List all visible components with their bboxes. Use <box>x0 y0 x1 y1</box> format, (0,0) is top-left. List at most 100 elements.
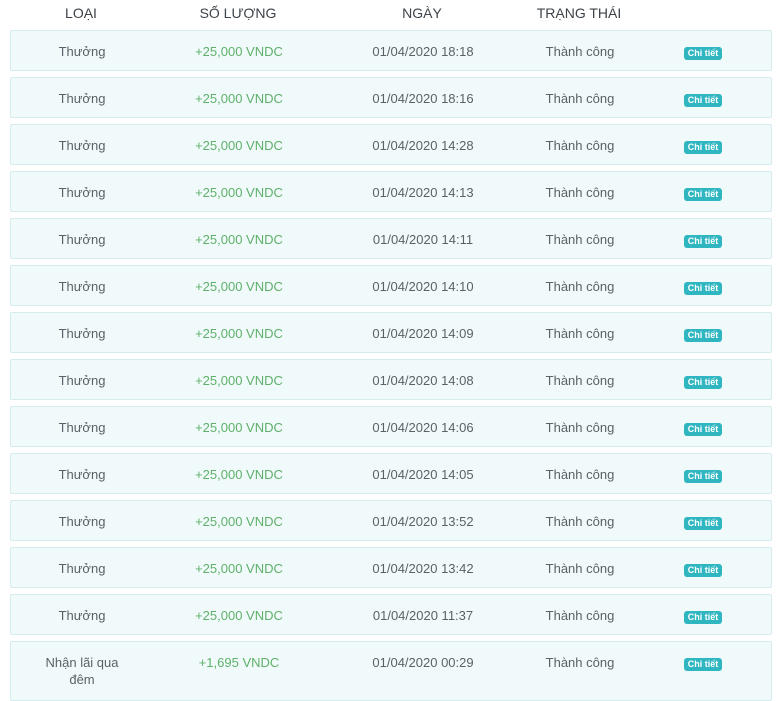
row-action: Chi tiết <box>663 419 743 436</box>
row-date: 01/04/2020 14:09 <box>372 326 474 341</box>
row-type: Thưởng <box>58 185 106 200</box>
row-amount: +25,000 VNDC <box>195 91 283 106</box>
row-date: 01/04/2020 14:13 <box>372 185 474 200</box>
table-row: Thưởng +25,000 VNDC 01/04/2020 14:08 Thà… <box>10 359 772 400</box>
row-action: Chi tiết <box>663 231 743 248</box>
row-status: Thành công <box>545 185 615 200</box>
row-date: 01/04/2020 14:10 <box>372 279 474 294</box>
detail-button[interactable]: Chi tiết <box>683 47 723 60</box>
table-row: Thưởng +25,000 VNDC 01/04/2020 13:42 Thà… <box>10 547 772 588</box>
table-row: Thưởng +25,000 VNDC 01/04/2020 14:06 Thà… <box>10 406 772 447</box>
detail-button[interactable]: Chi tiết <box>683 235 723 248</box>
row-date: 01/04/2020 14:05 <box>372 467 474 482</box>
table-row: Thưởng +25,000 VNDC 01/04/2020 14:05 Thà… <box>10 453 772 494</box>
row-action: Chi tiết <box>663 654 743 671</box>
row-date: 01/04/2020 00:29 <box>372 655 474 670</box>
row-type: Thưởng <box>58 514 106 529</box>
transaction-list: Thưởng +25,000 VNDC 01/04/2020 18:18 Thà… <box>10 30 772 701</box>
table-row: Nhận lãi qua đêm +1,695 VNDC 01/04/2020 … <box>10 641 772 701</box>
row-type: Thưởng <box>58 232 106 247</box>
row-type: Thưởng <box>58 373 106 388</box>
detail-button[interactable]: Chi tiết <box>683 329 723 342</box>
table-row: Thưởng +25,000 VNDC 01/04/2020 14:28 Thà… <box>10 124 772 165</box>
table-row: Thưởng +25,000 VNDC 01/04/2020 14:09 Thà… <box>10 312 772 353</box>
row-status: Thành công <box>545 608 615 623</box>
row-status: Thành công <box>545 232 615 247</box>
row-action: Chi tiết <box>663 560 743 577</box>
header-status: TRẠNG THÁI <box>536 5 622 21</box>
table-row: Thưởng +25,000 VNDC 01/04/2020 14:13 Thà… <box>10 171 772 212</box>
row-date: 01/04/2020 18:16 <box>372 91 474 106</box>
row-action: Chi tiết <box>663 278 743 295</box>
row-date: 01/04/2020 18:18 <box>372 44 474 59</box>
row-amount: +25,000 VNDC <box>195 232 283 247</box>
row-action: Chi tiết <box>663 90 743 107</box>
detail-button[interactable]: Chi tiết <box>683 564 723 577</box>
row-type: Thưởng <box>58 467 106 482</box>
row-amount: +25,000 VNDC <box>195 514 283 529</box>
row-type: Thưởng <box>58 138 106 153</box>
row-type: Thưởng <box>58 91 106 106</box>
table-header: LOẠI SỐ LƯỢNG NGÀY TRẠNG THÁI <box>0 0 780 28</box>
row-amount: +25,000 VNDC <box>195 44 283 59</box>
header-type: LOẠI <box>65 5 97 21</box>
row-amount: +25,000 VNDC <box>195 467 283 482</box>
row-status: Thành công <box>545 373 615 388</box>
row-status: Thành công <box>545 561 615 576</box>
row-type: Thưởng <box>58 561 106 576</box>
row-amount: +25,000 VNDC <box>195 279 283 294</box>
row-status: Thành công <box>545 326 615 341</box>
row-status: Thành công <box>545 44 615 59</box>
row-amount: +1,695 VNDC <box>198 655 280 670</box>
detail-button[interactable]: Chi tiết <box>683 470 723 483</box>
row-amount: +25,000 VNDC <box>195 561 283 576</box>
detail-button[interactable]: Chi tiết <box>683 282 723 295</box>
table-row: Thưởng +25,000 VNDC 01/04/2020 14:11 Thà… <box>10 218 772 259</box>
row-date: 01/04/2020 14:08 <box>372 373 474 388</box>
row-date: 01/04/2020 13:42 <box>372 561 474 576</box>
row-type: Thưởng <box>58 44 106 59</box>
row-date: 01/04/2020 14:28 <box>372 138 474 153</box>
row-date: 01/04/2020 14:06 <box>372 420 474 435</box>
row-type: Thưởng <box>58 420 106 435</box>
row-amount: +25,000 VNDC <box>195 420 283 435</box>
row-action: Chi tiết <box>663 184 743 201</box>
table-row: Thưởng +25,000 VNDC 01/04/2020 13:52 Thà… <box>10 500 772 541</box>
row-action: Chi tiết <box>663 607 743 624</box>
row-status: Thành công <box>545 420 615 435</box>
header-amount: SỐ LƯỢNG <box>199 5 277 21</box>
row-amount: +25,000 VNDC <box>195 373 283 388</box>
table-row: Thưởng +25,000 VNDC 01/04/2020 18:16 Thà… <box>10 77 772 118</box>
row-type: Nhận lãi qua đêm <box>45 655 119 687</box>
row-type: Thưởng <box>58 326 106 341</box>
row-amount: +25,000 VNDC <box>195 608 283 623</box>
detail-button[interactable]: Chi tiết <box>683 423 723 436</box>
row-status: Thành công <box>545 91 615 106</box>
detail-button[interactable]: Chi tiết <box>683 611 723 624</box>
detail-button[interactable]: Chi tiết <box>683 517 723 530</box>
row-status: Thành công <box>545 279 615 294</box>
transaction-history: LOẠI SỐ LƯỢNG NGÀY TRẠNG THÁI Thưởng +25… <box>0 0 780 701</box>
detail-button[interactable]: Chi tiết <box>683 188 723 201</box>
row-action: Chi tiết <box>663 325 743 342</box>
row-status: Thành công <box>545 514 615 529</box>
row-action: Chi tiết <box>663 513 743 530</box>
row-amount: +25,000 VNDC <box>195 138 283 153</box>
row-date: 01/04/2020 13:52 <box>372 514 474 529</box>
detail-button[interactable]: Chi tiết <box>683 658 723 671</box>
row-action: Chi tiết <box>663 466 743 483</box>
header-date: NGÀY <box>402 5 442 21</box>
table-row: Thưởng +25,000 VNDC 01/04/2020 11:37 Thà… <box>10 594 772 635</box>
row-amount: +25,000 VNDC <box>195 326 283 341</box>
row-date: 01/04/2020 11:37 <box>372 608 474 623</box>
table-row: Thưởng +25,000 VNDC 01/04/2020 14:10 Thà… <box>10 265 772 306</box>
row-action: Chi tiết <box>663 43 743 60</box>
detail-button[interactable]: Chi tiết <box>683 376 723 389</box>
row-type: Thưởng <box>58 279 106 294</box>
detail-button[interactable]: Chi tiết <box>683 94 723 107</box>
row-type: Thưởng <box>58 608 106 623</box>
row-status: Thành công <box>545 655 615 670</box>
row-status: Thành công <box>545 138 615 153</box>
detail-button[interactable]: Chi tiết <box>683 141 723 154</box>
row-action: Chi tiết <box>663 372 743 389</box>
